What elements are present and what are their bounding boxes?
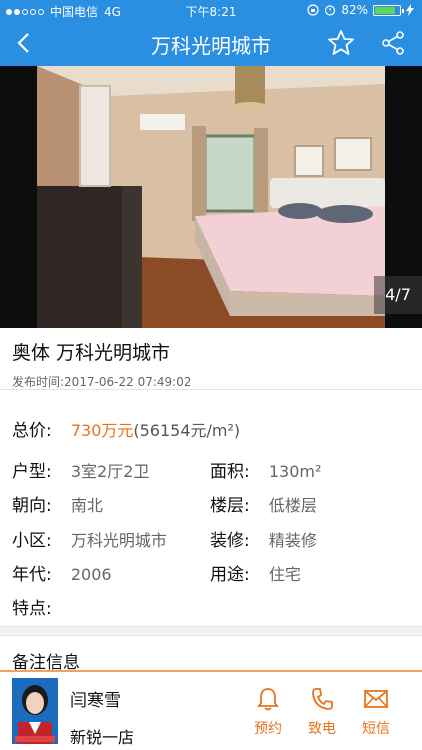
community-row: 小区: 万科光明城市 — [12, 526, 167, 551]
area-row: 面积: 130m² — [210, 457, 321, 482]
year-value: 2006 — [70, 565, 112, 584]
features-row: 特点: — [12, 594, 52, 619]
star-icon — [328, 30, 354, 55]
appointment-label: 预约 — [254, 721, 282, 737]
bell-icon — [257, 688, 279, 711]
layout-value: 3室2厅2卫 — [70, 462, 150, 481]
share-button[interactable] — [378, 28, 408, 58]
top-bar: 中国电信 4G 下午8:21 82% 万科光明城市 — [0, 0, 422, 66]
envelope-icon — [364, 690, 388, 708]
favorite-button[interactable] — [326, 28, 356, 58]
floor-row: 楼层: 低楼层 — [210, 491, 317, 516]
bottom-bar: 闫寒雪 新锐一店 预约 致电 短信 — [0, 670, 422, 750]
avatar[interactable] — [12, 678, 58, 744]
appointment-button[interactable]: 预约 — [246, 686, 290, 738]
layout-label: 户型: — [12, 462, 52, 482]
status-bar: 中国电信 4G 下午8:21 82% — [0, 0, 422, 22]
community-label: 小区: — [12, 531, 52, 551]
usage-value: 住宅 — [268, 565, 301, 584]
listing-title: 奥体 万科光明城市 — [12, 342, 171, 364]
price-value: 730万元 — [70, 421, 134, 440]
rotation-lock-icon — [307, 4, 319, 16]
phone-icon — [312, 688, 333, 710]
message-label: 短信 — [362, 721, 390, 737]
bedroom-photo — [0, 66, 422, 328]
battery-fill — [375, 6, 395, 14]
floor-label: 楼层: — [210, 496, 250, 516]
price-per-sqm: (56154元/m²) — [133, 421, 241, 440]
floor-value: 低楼层 — [268, 496, 317, 515]
year-label: 年代: — [12, 565, 52, 585]
battery-icon — [373, 4, 404, 16]
share-icon — [382, 31, 404, 55]
listing-header: 奥体 万科光明城市 发布时间:2017-06-22 07:49:02 — [0, 328, 422, 390]
nav-bar: 万科光明城市 — [0, 22, 422, 66]
usage-row: 用途: 住宅 — [210, 560, 301, 585]
charging-icon — [406, 4, 414, 16]
decoration-label: 装修: — [210, 531, 250, 551]
alarm-icon — [325, 5, 336, 16]
area-value: 130m² — [268, 462, 322, 481]
orientation-value: 南北 — [70, 496, 103, 515]
year-row: 年代: 2006 — [12, 560, 112, 585]
publish-time: 发布时间:2017-06-22 07:49:02 — [12, 375, 192, 389]
message-button[interactable]: 短信 — [354, 686, 398, 738]
agent-name: 闫寒雪 — [70, 691, 121, 711]
decoration-value: 精装修 — [268, 531, 317, 550]
listing-details: 总价: 730万元(56154元/m²) 户型: 3室2厅2卫 面积: 130m… — [0, 400, 422, 624]
photo-counter: 4/7 — [374, 276, 422, 314]
photo-gallery[interactable]: 4/7 — [0, 66, 422, 328]
page-title: 万科光明城市 — [151, 34, 271, 58]
agent-photo — [12, 678, 58, 744]
orientation-row: 朝向: 南北 — [12, 491, 103, 516]
community-value: 万科光明城市 — [70, 531, 167, 550]
usage-label: 用途: — [210, 565, 250, 585]
decoration-row: 装修: 精装修 — [210, 526, 317, 551]
status-right: 82% — [307, 3, 414, 17]
agent-store: 新锐一店 — [70, 728, 135, 747]
layout-row: 户型: 3室2厅2卫 — [12, 457, 149, 482]
area-label: 面积: — [210, 462, 250, 482]
price-row: 总价: 730万元(56154元/m²) — [12, 416, 240, 441]
call-button[interactable]: 致电 — [300, 686, 344, 738]
battery-percent: 82% — [341, 3, 368, 17]
call-label: 致电 — [308, 721, 336, 737]
price-label: 总价: — [12, 421, 52, 441]
orientation-label: 朝向: — [12, 496, 52, 516]
section-divider — [0, 626, 422, 636]
features-label: 特点: — [12, 599, 52, 619]
